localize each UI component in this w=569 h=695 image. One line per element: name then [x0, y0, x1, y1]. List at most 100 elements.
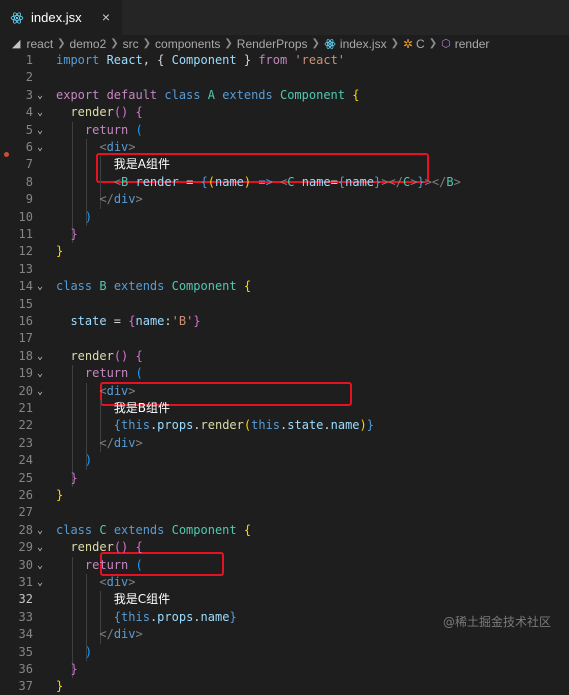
code-line[interactable]: 31 ⌄ <div> [0, 574, 569, 591]
fold-chevron-icon[interactable]: ⌄ [37, 557, 43, 574]
line-number: 22 [18, 418, 33, 433]
code-line[interactable]: 24 ) [0, 452, 569, 469]
breadcrumb-item-class[interactable]: C [416, 37, 425, 51]
code-token: { [200, 174, 208, 189]
code-line[interactable]: 5 ⌄ return ( [0, 122, 569, 139]
fold-chevron-icon[interactable]: ⌄ [37, 539, 43, 556]
code-line[interactable]: 1 import React, { Component } from 'react… [0, 52, 569, 69]
code-line[interactable]: 17 [0, 330, 569, 347]
code-text: } [56, 661, 77, 678]
breadcrumb-item-src[interactable]: src [123, 37, 139, 51]
code-token: this [121, 418, 150, 433]
breadcrumb-item-components[interactable]: components [155, 37, 220, 51]
code-token: class [164, 87, 208, 102]
code-line[interactable]: 34 </div> [0, 626, 569, 643]
code-editor[interactable]: @稀土掘金技术社区 1 import React, { Component } f… [0, 50, 569, 693]
code-line[interactable]: 13 [0, 261, 569, 278]
code-text: <div> [56, 574, 135, 591]
chevron-right-icon: ❯ [428, 38, 438, 49]
fold-chevron-icon[interactable]: ⌄ [37, 139, 43, 156]
line-number: 34 [18, 627, 33, 642]
code-line[interactable]: 27 [0, 504, 569, 521]
fold-chevron-icon[interactable]: ⌄ [37, 278, 43, 295]
line-number: 11 [18, 227, 33, 241]
line-number: 32 [18, 592, 33, 607]
tab-index-jsx[interactable]: index.jsx × [0, 0, 122, 35]
code-token: . [193, 609, 201, 624]
code-line[interactable]: 4 ⌄ render() { [0, 104, 569, 121]
code-line[interactable]: 3 ⌄ export default class A extends Compone… [0, 87, 569, 104]
code-token: from [258, 53, 295, 67]
code-line[interactable]: 12} [0, 243, 569, 260]
code-line[interactable]: 6 ⌄ <div> [0, 139, 569, 156]
line-number: 26 [18, 488, 33, 502]
breadcrumb-item-renderprops[interactable]: RenderProps [237, 37, 308, 51]
code-token: 我是C组件 [113, 592, 171, 607]
code-line[interactable]: 36 } [0, 661, 569, 678]
line-number: 18 [18, 348, 33, 363]
code-token: div [106, 575, 129, 589]
code-token: this [121, 609, 150, 624]
code-token: B [446, 174, 454, 189]
code-line[interactable]: 7 我是A组件 [0, 156, 569, 173]
breadcrumb-item-method[interactable]: render [455, 37, 490, 51]
line-number: 8 [25, 174, 33, 189]
code-line[interactable]: 19 ⌄ return ( [0, 365, 569, 382]
code-line[interactable]: 28 ⌄ class C extends Component { [0, 522, 569, 539]
code-line[interactable]: 37} [0, 678, 569, 695]
code-text: } [56, 487, 63, 504]
fold-chevron-icon[interactable]: ⌄ [37, 365, 43, 382]
code-token: } [56, 488, 64, 502]
code-line[interactable]: 32 我是C组件 [0, 591, 569, 608]
code-token: B [99, 279, 114, 294]
breadcrumb-item-file[interactable]: index.jsx [340, 37, 387, 51]
code-token: state [70, 314, 107, 328]
code-token: ( [135, 557, 143, 572]
code-line[interactable]: 33 {this.props.name} [0, 609, 569, 626]
fold-chevron-icon[interactable]: ⌄ [37, 87, 43, 104]
code-line[interactable]: 15 [0, 296, 569, 313]
code-line[interactable]: 29 ⌄ render() { [0, 539, 569, 556]
code-token: < [99, 140, 107, 154]
code-token: . [323, 418, 331, 433]
line-number: 27 [18, 505, 33, 520]
fold-chevron-icon[interactable]: ⌄ [37, 574, 43, 591]
code-token: = [178, 174, 201, 189]
code-line[interactable]: 16 state = {name:'B'} [0, 313, 569, 330]
fold-chevron-icon[interactable]: ⌄ [37, 122, 43, 139]
code-line[interactable]: 23 </div> [0, 435, 569, 452]
code-line[interactable]: 20 ⌄ <div> [0, 383, 569, 400]
fold-chevron-icon[interactable]: ⌄ [37, 104, 43, 121]
close-icon[interactable]: × [102, 9, 110, 25]
code-line[interactable]: 26} [0, 487, 569, 504]
breadcrumb-item-react[interactable]: react [26, 37, 53, 51]
code-line[interactable]: 18 ⌄ render() { [0, 348, 569, 365]
code-line[interactable]: 10 ) [0, 209, 569, 226]
code-token: render [135, 174, 179, 189]
fold-chevron-icon[interactable]: ⌄ [37, 383, 43, 400]
code-token: ></ [424, 174, 447, 189]
breadcrumb-item-demo2[interactable]: demo2 [70, 37, 107, 51]
code-token: ></ [381, 174, 403, 189]
code-line[interactable]: 11 } [0, 226, 569, 243]
code-token: , { [142, 53, 172, 67]
code-line[interactable]: 8 <B render = {(name) => <C name={name}>… [0, 174, 569, 191]
code-line[interactable]: 14 ⌄ class B extends Component { [0, 278, 569, 295]
line-number: 24 [18, 453, 33, 468]
folder-icon: ◢ [12, 38, 21, 50]
code-line[interactable]: 21 我是B组件 [0, 400, 569, 417]
code-line[interactable]: 30 ⌄ return ( [0, 557, 569, 574]
code-line[interactable]: 22 {this.props.render(this.state.name)} [0, 417, 569, 434]
fold-chevron-icon[interactable]: ⌄ [37, 522, 43, 539]
fold-chevron-icon[interactable]: ⌄ [37, 348, 43, 365]
code-line[interactable]: 35 ) [0, 644, 569, 661]
line-number: 16 [18, 314, 33, 328]
code-line[interactable]: 25 } [0, 470, 569, 487]
code-line[interactable]: 9 </div> [0, 191, 569, 208]
code-token: < [99, 575, 107, 589]
code-line[interactable]: 2 [0, 69, 569, 86]
code-text: } [56, 678, 63, 695]
